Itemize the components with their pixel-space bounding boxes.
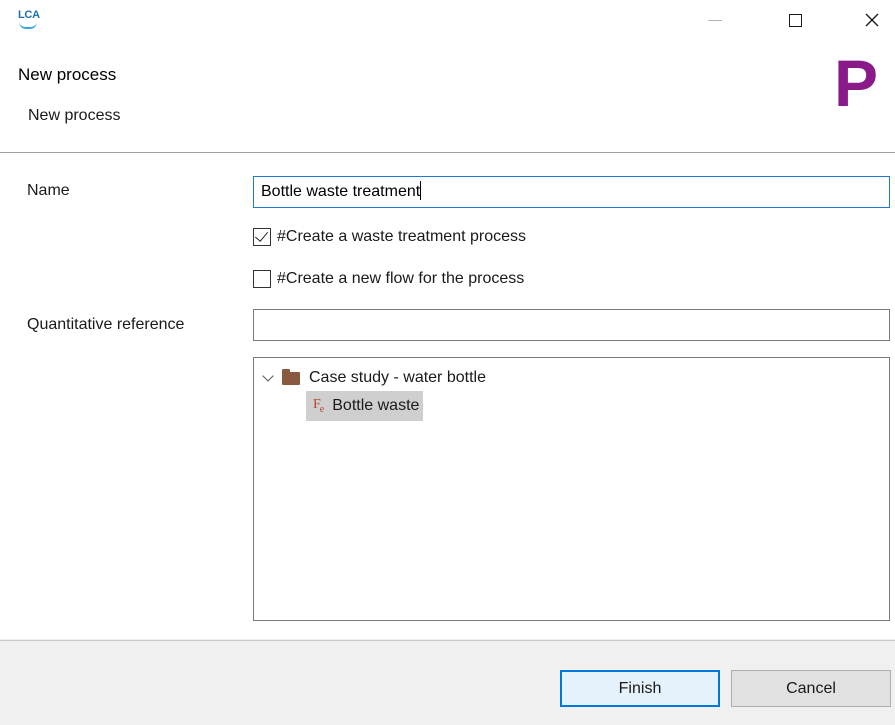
flow-icon: Fe [313,397,325,415]
minimize-icon [708,19,722,21]
new-flow-checkbox-label: #Create a new flow for the process [277,270,525,287]
chevron-down-icon[interactable] [262,369,274,382]
button-bar: Finish Cancel [0,640,895,725]
tree-flow-node[interactable]: Fe Bottle waste [306,391,424,421]
flow-tree[interactable]: Case study - water bottle Fe Bottle wast… [253,357,890,621]
tree-folder-node[interactable]: Case study - water bottle [262,367,486,389]
title-bar: LCA [0,0,895,40]
app-logo-text: LCA [18,9,40,21]
process-form: Name Bottle waste treatment #Create a wa… [0,153,895,639]
close-icon [865,13,879,27]
name-input-value: Bottle waste treatment [261,183,421,200]
name-label: Name [27,182,70,199]
wizard-title: New process [18,65,117,84]
cancel-button[interactable]: Cancel [731,670,891,707]
tree-flow-label: Bottle waste [332,397,420,414]
checkmark-icon [254,228,269,242]
waste-treatment-checkbox[interactable] [253,228,271,246]
wizard-description: New process [28,107,121,124]
new-flow-checkbox-row[interactable]: #Create a new flow for the process [253,270,524,288]
folder-icon [282,368,300,385]
tree-folder-label: Case study - water bottle [309,369,486,386]
wizard-header: New process New process P [0,40,895,153]
quantitative-reference-label: Quantitative reference [27,316,185,333]
close-button[interactable] [849,0,895,40]
maximize-button[interactable] [772,0,818,40]
waste-treatment-checkbox-row[interactable]: #Create a waste treatment process [253,228,526,246]
quantitative-reference-input[interactable] [253,309,890,341]
finish-button[interactable]: Finish [560,670,720,707]
maximize-icon [788,13,802,27]
new-flow-checkbox[interactable] [253,270,271,288]
app-logo-icon: LCA [18,9,40,29]
minimize-button[interactable] [692,0,738,40]
waste-treatment-checkbox-label: #Create a waste treatment process [277,228,527,245]
name-input[interactable]: Bottle waste treatment [253,176,890,208]
flow-icon-glyph: F [313,397,321,413]
flow-icon-sub: e [319,403,325,415]
text-caret [420,181,422,200]
process-glyph-icon: P [834,46,879,120]
app-logo-swoosh [19,22,37,29]
